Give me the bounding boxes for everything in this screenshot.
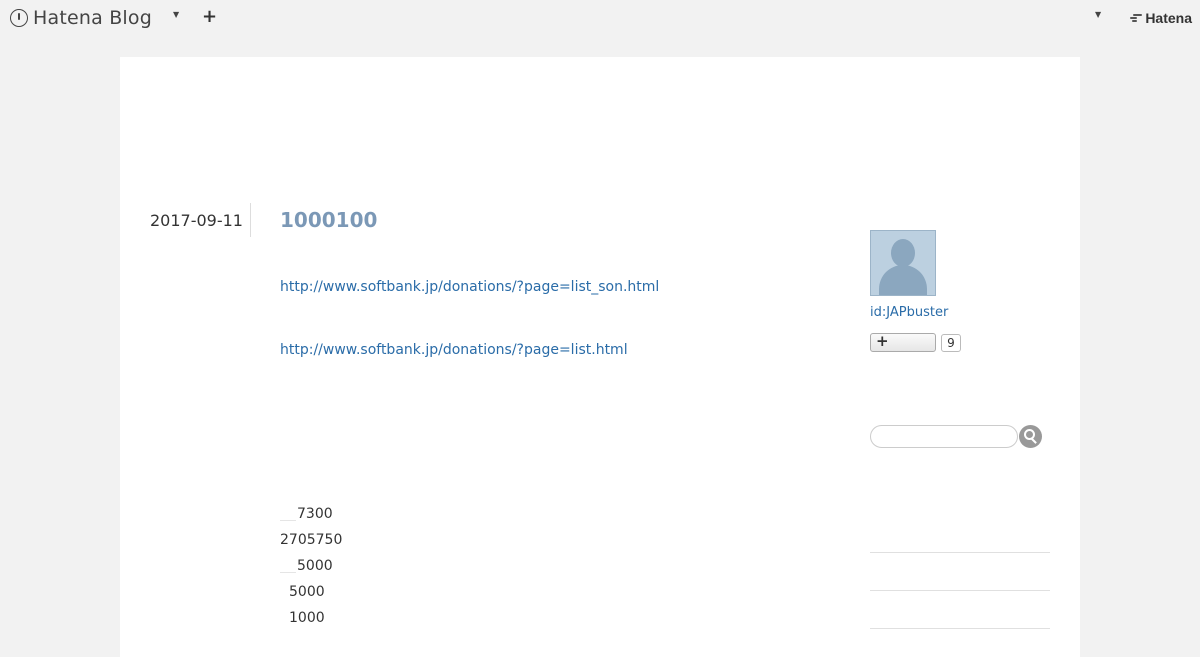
entry-date[interactable]: 2017-09-11	[150, 211, 243, 230]
list-item: 5000	[289, 584, 325, 600]
entry-link[interactable]: http://www.softbank.jp/donations/?page=l…	[280, 342, 628, 358]
hatena-blog-logo-icon	[10, 9, 28, 27]
sidebar-divider	[870, 590, 1050, 591]
hatena-mark-icon	[1130, 13, 1143, 23]
list-item: 1000	[289, 610, 325, 626]
new-post-button[interactable]: +	[202, 6, 217, 27]
entry-link[interactable]: http://www.softbank.jp/donations/?page=l…	[280, 279, 659, 295]
list-item: 7300	[280, 504, 342, 530]
follow-button[interactable]: +	[870, 332, 936, 352]
brand-name: Hatena Blog	[33, 7, 152, 29]
avatar-body-icon	[879, 265, 927, 295]
avatar-head-icon	[891, 239, 915, 267]
sidebar-divider	[870, 628, 1050, 629]
top-bar: Hatena Blog ▼ + ▼ Hatena	[0, 0, 1200, 38]
entry-title-link[interactable]: 1000100	[280, 208, 377, 232]
plus-icon: +	[876, 332, 889, 350]
hatena-label: Hatena	[1145, 10, 1192, 26]
sidebar-divider	[870, 552, 1050, 553]
amount-list: 7300 2705750 5000 5000 1000	[280, 504, 342, 634]
follower-count-badge: 9	[941, 334, 961, 352]
blog-menu-caret-icon[interactable]: ▼	[173, 10, 179, 19]
avatar[interactable]	[870, 230, 936, 296]
date-divider	[250, 203, 251, 237]
account-menu-caret-icon[interactable]: ▼	[1095, 10, 1101, 19]
search-icon[interactable]	[1019, 425, 1042, 448]
list-item: 2705750	[280, 532, 343, 548]
hatena-menu-link[interactable]: Hatena	[1130, 10, 1192, 26]
search-input[interactable]	[870, 425, 1018, 448]
user-id-link[interactable]: id:JAPbuster	[870, 305, 948, 320]
list-item: 5000	[280, 556, 342, 582]
hatena-blog-logo-link[interactable]: Hatena Blog	[10, 7, 152, 29]
